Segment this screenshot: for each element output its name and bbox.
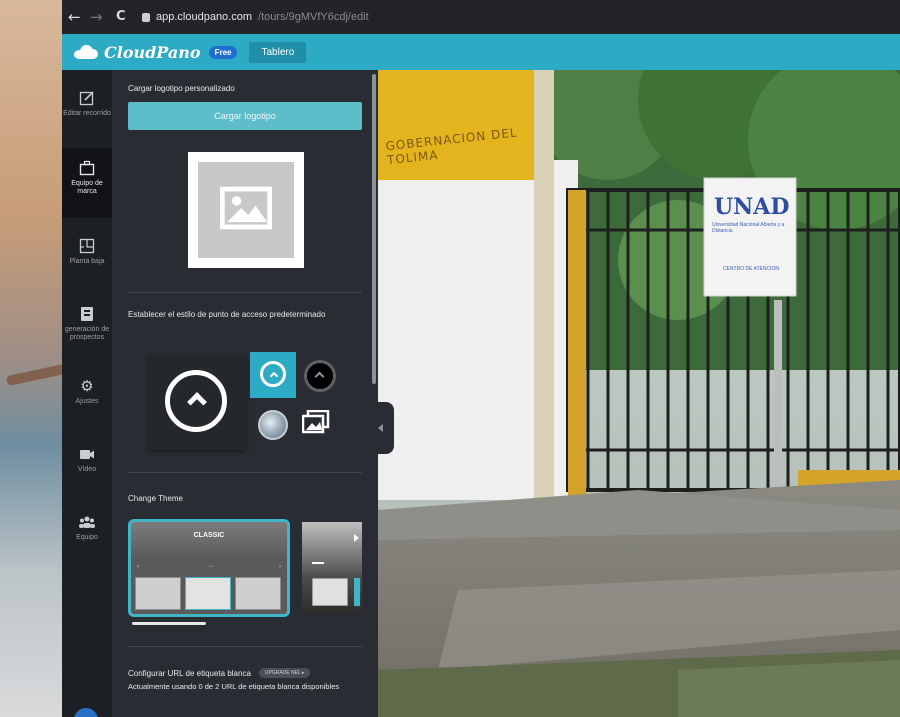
unad-small-text: CENTRO DE ATENCION xyxy=(722,266,780,272)
theme-tile xyxy=(185,577,231,610)
theme-carousel-scrollbar[interactable] xyxy=(132,622,206,625)
hotspot-option-dark-circle[interactable] xyxy=(304,360,336,392)
image-placeholder-icon xyxy=(220,186,272,230)
hotspot-style-preview xyxy=(148,354,246,450)
briefcase-icon xyxy=(79,160,95,176)
logo-preview xyxy=(188,152,304,268)
theme-name: CLASSIC xyxy=(193,532,225,539)
unad-subtitle: Universidad Nacional Abierta y a Distanc… xyxy=(712,222,785,234)
change-theme-title: Change Theme xyxy=(128,494,183,503)
sidebar-rail: Editar recorrido Equipo de marca Planta … xyxy=(62,70,112,717)
url-path: /tours/9gMVfY6cdj/edit xyxy=(258,11,369,23)
url-host: app.cloudpano.com xyxy=(156,11,253,23)
floorplan-icon xyxy=(79,238,95,254)
rail-label: Vídeo xyxy=(77,466,97,473)
gear-icon: ⚙ xyxy=(80,377,94,395)
app-header: CloudPano Free Tablero xyxy=(62,34,900,70)
lock-icon xyxy=(142,12,150,22)
divider xyxy=(128,292,362,293)
browser-toolbar: ← → C app.cloudpano.com/tours/9gMVfY6cdj… xyxy=(62,0,900,34)
plan-badge: Free xyxy=(208,45,238,59)
rail-item-edit-tour[interactable]: Editar recorrido xyxy=(62,84,112,144)
rail-item-video[interactable]: Vídeo xyxy=(62,442,112,488)
chevron-up-icon xyxy=(269,371,279,381)
whitelabel-description: Actualmente usando 0 de 2 URL de etiquet… xyxy=(128,682,340,691)
forward-icon[interactable]: → xyxy=(90,8,103,26)
edit-icon xyxy=(79,91,94,106)
chevron-left-icon xyxy=(378,424,383,432)
back-icon[interactable]: ← xyxy=(68,8,81,26)
video-icon xyxy=(80,450,94,459)
hotspot-option-photo-circle[interactable] xyxy=(258,410,288,440)
collapse-panel-handle[interactable] xyxy=(370,402,394,454)
rail-item-team[interactable]: Equipo xyxy=(62,510,112,556)
theme-card-alternate[interactable] xyxy=(302,522,362,614)
hotspot-option-circle-chevron-selected[interactable] xyxy=(250,352,296,398)
panel-scrollbar[interactable] xyxy=(372,74,376,384)
chevron-up-icon xyxy=(187,392,207,412)
arrow-right-icon xyxy=(354,534,359,542)
reload-icon[interactable]: C xyxy=(116,9,126,24)
brand-logo[interactable]: CloudPano xyxy=(104,43,201,62)
whitelabel-row: Configurar URL de etiqueta blanca UPGRAD… xyxy=(128,668,311,678)
rail-item-brand-team[interactable]: Equipo de marca xyxy=(62,148,112,218)
image-hotspot-icon[interactable] xyxy=(302,410,330,434)
rail-label: Editar recorrido xyxy=(63,110,111,117)
address-bar[interactable]: app.cloudpano.com/tours/9gMVfY6cdj/edit xyxy=(142,9,369,25)
rail-item-lead-generation[interactable]: generación de prospectos xyxy=(62,302,112,352)
rail-label: generación de prospectos xyxy=(64,326,110,341)
upgrade-badge[interactable]: UPGRADE NEL ▸ xyxy=(258,668,311,678)
rail-label: Equipo de marca xyxy=(71,180,103,195)
divider xyxy=(128,472,362,473)
theme-tile xyxy=(235,577,281,610)
upload-logo-button[interactable]: Cargar logotipo xyxy=(128,102,362,130)
rail-label: Equipo xyxy=(76,534,98,541)
panorama-scene xyxy=(378,70,900,717)
divider xyxy=(128,646,362,647)
contact-card-icon xyxy=(81,307,93,321)
theme-card-classic[interactable]: CLASSIC ‹ ◦◦ › xyxy=(128,519,290,617)
team-icon xyxy=(79,516,95,528)
rail-item-floor-plan[interactable]: Planta baja xyxy=(62,232,112,282)
brand-settings-panel: Cargar logotipo personalizado Cargar log… xyxy=(112,70,378,717)
unad-logo: UNAD xyxy=(714,194,790,220)
panorama-viewer[interactable]: GOBERNACION DEL TOLIMA UNAD Universidad … xyxy=(378,70,900,717)
cloud-logo-icon xyxy=(74,45,98,59)
chevron-up-icon xyxy=(314,371,325,382)
upload-logo-title: Cargar logotipo personalizado xyxy=(128,84,235,93)
rail-item-settings[interactable]: ⚙ Ajustes xyxy=(62,374,112,424)
rail-label: Ajustes xyxy=(75,398,99,405)
desktop-background xyxy=(0,0,67,717)
dashboard-button[interactable]: Tablero xyxy=(249,41,307,63)
theme-tile xyxy=(135,577,181,610)
whitelabel-title: Configurar URL de etiqueta blanca xyxy=(128,668,251,678)
rail-label: Planta baja xyxy=(69,258,105,265)
theme-tile xyxy=(312,578,348,606)
hotspot-style-title: Establecer el estilo de punto de acceso … xyxy=(128,310,326,319)
